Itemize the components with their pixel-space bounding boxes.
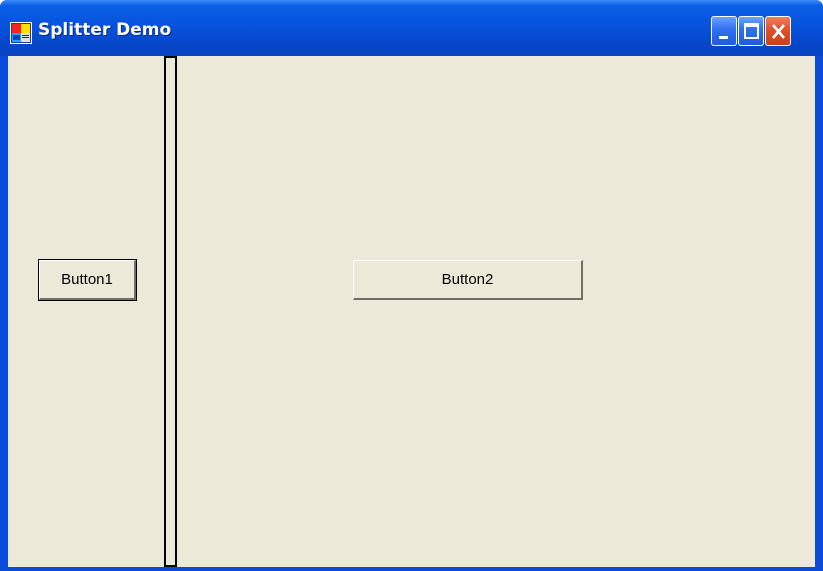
maximize-button[interactable]	[738, 16, 764, 46]
minimize-icon	[719, 36, 728, 39]
app-window-icon[interactable]	[10, 22, 32, 44]
right-panel: Button2	[177, 56, 815, 567]
client-area: Button1 Button2	[8, 56, 815, 567]
splitter-handle[interactable]	[164, 56, 177, 567]
title-bar[interactable]: Splitter Demo	[0, 0, 823, 56]
maximize-icon	[744, 23, 759, 39]
left-panel: Button1	[8, 56, 163, 567]
window-title: Splitter Demo	[38, 20, 172, 40]
minimize-button[interactable]	[711, 16, 737, 46]
button2[interactable]: Button2	[353, 260, 583, 300]
main-window: Splitter Demo Button1 Button2	[0, 0, 823, 571]
close-icon	[772, 24, 785, 39]
close-button[interactable]	[765, 16, 791, 46]
button1[interactable]: Button1	[38, 259, 137, 301]
